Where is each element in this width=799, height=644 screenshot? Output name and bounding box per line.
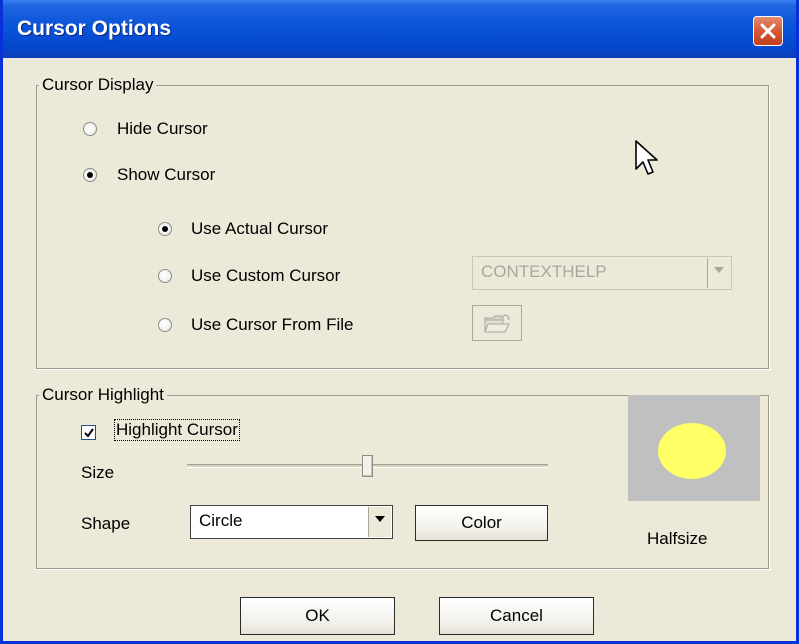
show-cursor-label[interactable]: Show Cursor — [117, 165, 215, 185]
chevron-down-icon[interactable] — [368, 507, 391, 537]
cursor-display-legend: Cursor Display — [39, 75, 157, 95]
size-label: Size — [81, 463, 115, 482]
dialog-title: Cursor Options — [17, 17, 172, 40]
browse-file-button[interactable] — [472, 305, 522, 341]
color-button[interactable]: Color — [415, 505, 548, 541]
mouse-pointer-icon — [635, 140, 658, 175]
shape-select[interactable]: Circle — [190, 505, 393, 539]
cursor-highlight-legend: Cursor Highlight — [39, 385, 167, 405]
shape-label: Shape — [81, 514, 131, 533]
use-custom-cursor-label[interactable]: Use Custom Cursor — [191, 266, 340, 286]
use-actual-cursor-label[interactable]: Use Actual Cursor — [191, 219, 328, 239]
use-custom-cursor-radio[interactable] — [158, 269, 172, 283]
hide-cursor-label[interactable]: Hide Cursor — [117, 119, 208, 139]
highlight-cursor-label[interactable]: Highlight Cursor — [114, 419, 240, 441]
hide-cursor-radio[interactable] — [83, 122, 97, 136]
cancel-button[interactable]: Cancel — [439, 597, 594, 635]
color-button-label: Color — [461, 513, 502, 532]
custom-cursor-select[interactable]: CONTEXTHELP — [472, 256, 732, 290]
preview-caption: Halfsize — [647, 529, 708, 548]
highlight-cursor-checkbox[interactable] — [81, 425, 96, 440]
use-actual-cursor-radio[interactable] — [158, 222, 172, 236]
highlight-preview — [628, 395, 760, 501]
use-cursor-from-file-radio[interactable] — [158, 318, 172, 332]
ok-button[interactable]: OK — [240, 597, 395, 635]
title-bar[interactable]: Cursor Options — [3, 0, 796, 58]
size-slider-thumb[interactable] — [362, 455, 373, 477]
custom-cursor-select-value: CONTEXTHELP — [481, 262, 607, 281]
show-cursor-radio[interactable] — [83, 168, 97, 182]
shape-select-value: Circle — [199, 511, 243, 530]
folder-open-icon — [484, 314, 510, 333]
checkmark-icon — [84, 428, 94, 438]
chevron-down-icon[interactable] — [707, 258, 730, 288]
cancel-button-label: Cancel — [490, 606, 543, 625]
use-cursor-from-file-label[interactable]: Use Cursor From File — [191, 315, 353, 335]
highlight-circle-preview — [658, 423, 726, 479]
cursor-options-dialog: Cursor Options Cursor Display Hide Curso… — [0, 0, 799, 644]
close-icon — [760, 23, 776, 39]
ok-button-label: OK — [305, 606, 330, 625]
close-button[interactable] — [753, 16, 783, 46]
